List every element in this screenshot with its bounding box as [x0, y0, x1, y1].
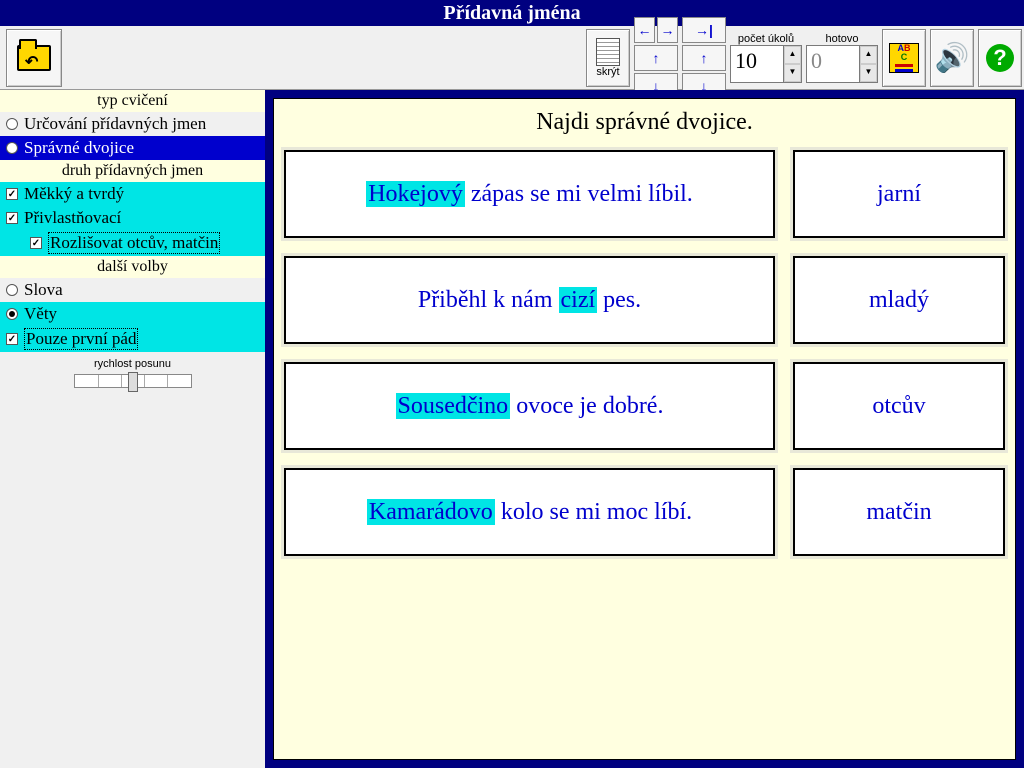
radio-label: Slova — [24, 280, 63, 300]
sound-button[interactable]: 🔊 — [930, 29, 974, 87]
check-label: Pouze první pád — [24, 328, 138, 350]
radio-words[interactable]: Slova — [0, 278, 265, 302]
nav-up-button[interactable]: ↑ — [634, 45, 678, 71]
hide-button[interactable]: skrýt — [586, 29, 630, 87]
nav-end-right-button[interactable]: →| — [682, 17, 726, 43]
nav-group-2: →| ↑ ↓ — [682, 17, 726, 99]
highlighted-word: Hokejový — [366, 181, 465, 207]
nav-left-button[interactable]: ← — [634, 17, 655, 43]
answer-card[interactable]: mladý — [793, 256, 1005, 344]
folder-up-icon: ↶ — [17, 45, 51, 71]
check-label: Rozlišovat otcův, matčin — [48, 232, 220, 254]
exercise-panel: Najdi správné dvojice. Hokejový zápas se… — [273, 98, 1016, 760]
toolbar: ↶ skrýt ← → ↑ ↓ →| ↑ ↓ počet úkolů 10 ▲▼ — [0, 26, 1024, 90]
section-other-options: další volby — [0, 256, 265, 278]
answer-card[interactable]: otcův — [793, 362, 1005, 450]
highlighted-word: cizí — [559, 287, 598, 313]
radio-identify-adjectives[interactable]: Určování přídavných jmen — [0, 112, 265, 136]
radio-label: Věty — [24, 304, 57, 324]
sentence-rest: pes. — [597, 287, 641, 313]
answer-card[interactable]: matčin — [793, 468, 1005, 556]
arrow-up-icon: ↑ — [653, 50, 660, 66]
back-folder-button[interactable]: ↶ — [6, 29, 62, 87]
check-label: Měkký a tvrdý — [24, 184, 124, 204]
main-area: Najdi správné dvojice. Hokejový zápas se… — [265, 90, 1024, 768]
abc-icon: AB C — [889, 43, 919, 73]
tasks-field: počet úkolů 10 ▲▼ — [730, 33, 802, 83]
arrow-right-icon: → — [661, 22, 675, 38]
tasks-value[interactable]: 10 — [731, 46, 783, 82]
highlighted-word: Kamarádovo — [367, 499, 495, 525]
answer-card[interactable]: jarní — [793, 150, 1005, 238]
speed-slider[interactable] — [74, 374, 192, 388]
done-spinner: ▲▼ — [859, 46, 877, 82]
help-icon: ? — [986, 44, 1014, 72]
arrow-end-up-icon: ↑ — [701, 50, 708, 66]
section-exercise-type: typ cvičení — [0, 90, 265, 112]
arrow-left-icon: ← — [638, 22, 652, 38]
radio-correct-pairs[interactable]: Správné dvojice — [0, 136, 265, 160]
check-label: Přivlastňovací — [24, 208, 121, 228]
nav-end-up-button[interactable]: ↑ — [682, 45, 726, 71]
sentence-pre: Přiběhl k nám — [418, 287, 559, 313]
sentence-rest: zápas se mi velmi líbil. — [465, 181, 693, 207]
speed-label: rychlost posunu — [0, 358, 265, 370]
check-distinguish-otcuv[interactable]: Rozlišovat otcův, matčin — [0, 230, 265, 256]
tasks-spinner[interactable]: ▲▼ — [783, 46, 801, 82]
exercise-row: Kamarádovo kolo se mi moc líbí.matčin — [284, 468, 1005, 556]
radio-label: Správné dvojice — [24, 138, 134, 158]
sidebar: typ cvičení Určování přídavných jmen Spr… — [0, 90, 265, 768]
exercise-row: Hokejový zápas se mi velmi líbil.jarní — [284, 150, 1005, 238]
nav-right-button[interactable]: → — [657, 17, 678, 43]
instruction-text: Najdi správné dvojice. — [274, 99, 1015, 150]
exercise-row: Přiběhl k nám cizí pes.mladý — [284, 256, 1005, 344]
nav-group-1: ← → ↑ ↓ — [634, 17, 678, 99]
sentence-card[interactable]: Hokejový zápas se mi velmi líbil. — [284, 150, 775, 238]
speaker-icon: 🔊 — [935, 41, 970, 75]
sentence-rest: ovoce je dobré. — [510, 393, 663, 419]
help-button[interactable]: ? — [978, 29, 1022, 87]
section-adjective-kind: druh přídavných jmen — [0, 160, 265, 182]
done-label: hotovo — [806, 33, 878, 45]
highlighted-word: Sousedčino — [396, 393, 511, 419]
arrow-end-right-icon: →| — [695, 22, 713, 38]
check-soft-hard[interactable]: Měkký a tvrdý — [0, 182, 265, 206]
radio-label: Určování přídavných jmen — [24, 114, 206, 134]
sentence-card[interactable]: Sousedčino ovoce je dobré. — [284, 362, 775, 450]
exercise-row: Sousedčino ovoce je dobré.otcův — [284, 362, 1005, 450]
tasks-label: počet úkolů — [730, 33, 802, 45]
sentence-rest: kolo se mi moc líbí. — [495, 499, 692, 525]
radio-sentences[interactable]: Věty — [0, 302, 265, 326]
sentence-card[interactable]: Kamarádovo kolo se mi moc líbí. — [284, 468, 775, 556]
slider-thumb[interactable] — [128, 372, 138, 392]
document-icon — [596, 38, 620, 66]
speed-control: rychlost posunu — [0, 352, 265, 398]
check-first-case-only[interactable]: Pouze první pád — [0, 326, 265, 352]
sentence-card[interactable]: Přiběhl k nám cizí pes. — [284, 256, 775, 344]
hide-label: skrýt — [596, 66, 619, 78]
done-value: 0 — [807, 46, 859, 82]
done-field: hotovo 0 ▲▼ — [806, 33, 878, 83]
abc-button[interactable]: AB C — [882, 29, 926, 87]
title-bar: Přídavná jména — [0, 0, 1024, 26]
check-possessive[interactable]: Přivlastňovací — [0, 206, 265, 230]
